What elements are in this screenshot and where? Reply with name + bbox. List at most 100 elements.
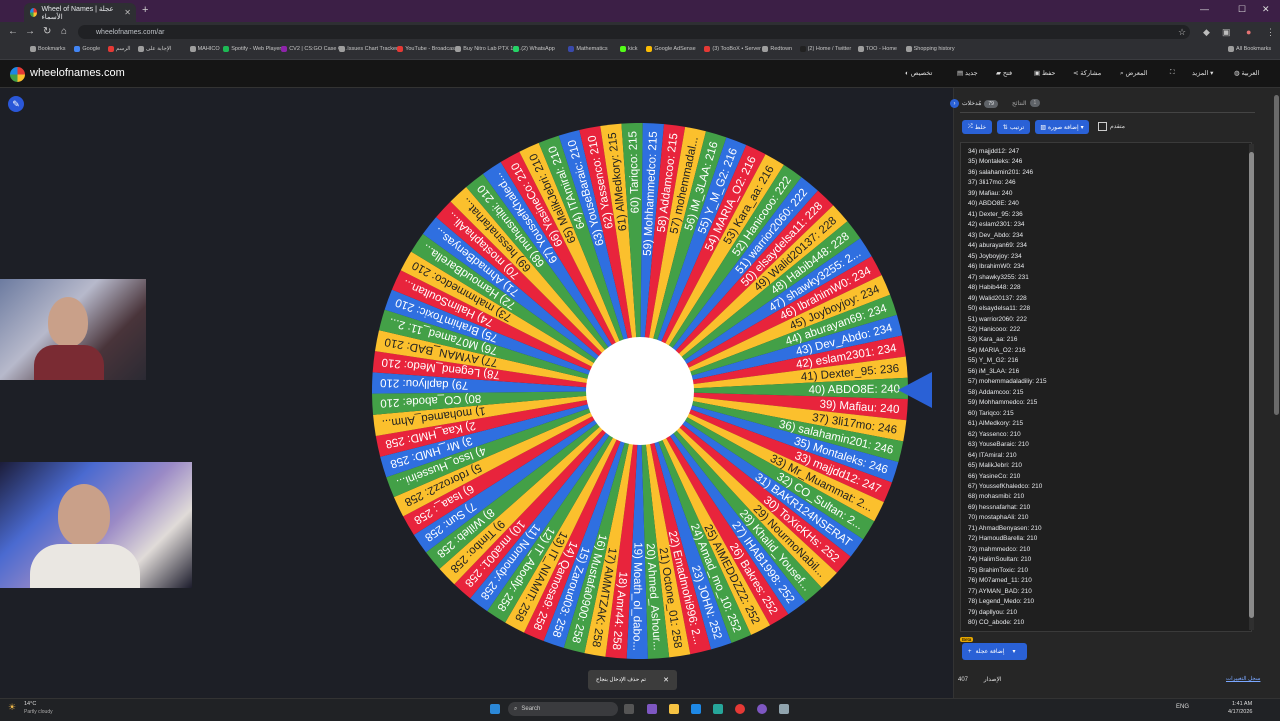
entry-item[interactable]: 34) majjdd12: 247 <box>968 147 1047 157</box>
entry-item[interactable]: 75) BrahimToxic: 210 <box>968 566 1047 576</box>
entry-item[interactable]: 64) ITAmiral: 210 <box>968 451 1047 461</box>
windows-start-icon[interactable] <box>490 704 500 714</box>
clock-time[interactable]: 1:41 AM <box>1232 701 1252 707</box>
close-icon[interactable]: ✕ <box>663 676 669 684</box>
customize-button[interactable]: ◐ تخصيص <box>905 69 932 77</box>
share-button[interactable]: ⋖ مشاركة <box>1073 69 1101 77</box>
extensions-puzzle-icon[interactable]: ▣ <box>1222 27 1231 38</box>
taskbar-search[interactable]: ⌕ Search <box>508 702 618 716</box>
bookmark-item[interactable]: Mathematics <box>568 46 608 52</box>
entry-item[interactable]: 51) warrior2060: 222 <box>968 315 1047 325</box>
bookmark-item[interactable]: kick <box>620 46 637 52</box>
bookmark-item[interactable]: Redtown <box>762 46 792 52</box>
entry-item[interactable]: 53) Kara_aa: 216 <box>968 335 1047 345</box>
entry-item[interactable]: 67) YoussefKhaledco: 210 <box>968 482 1047 492</box>
entry-item[interactable]: 52) Hanicooo: 222 <box>968 325 1047 335</box>
tab-entries[interactable]: › مُدخلات 79 <box>950 99 998 108</box>
chrome-icon[interactable] <box>735 704 745 714</box>
browser-tab[interactable]: Wheel of Names | عجلة الأسماء ✕ <box>24 3 136 22</box>
entry-item[interactable]: 50) elsaydelsa11: 228 <box>968 304 1047 314</box>
entry-item[interactable]: 47) shawky3255: 231 <box>968 273 1047 283</box>
forward-icon[interactable]: → <box>25 26 35 37</box>
bookmark-item[interactable]: TOO - Home <box>857 46 897 52</box>
browser-menu-icon[interactable]: ⋮ <box>1266 27 1275 38</box>
bookmark-item[interactable]: Issues Chart Tracker <box>339 46 398 52</box>
entry-item[interactable]: 41) Dexter_95: 236 <box>968 210 1047 220</box>
entry-item[interactable]: 66) YasineCo: 210 <box>968 472 1047 482</box>
entry-item[interactable]: 76) M07amed_11: 210 <box>968 576 1047 586</box>
bookmark-item[interactable]: YouTube - Broadcas... <box>397 46 460 52</box>
entry-item[interactable]: 46) IbrahimW0: 234 <box>968 262 1047 272</box>
edge-icon[interactable] <box>691 704 701 714</box>
add-wheel-button[interactable]: + إضافة عجلة ▾ <box>962 643 1027 660</box>
bookmark-item[interactable]: MAHICO <box>189 46 220 52</box>
entry-item[interactable]: 69) hessnafarhat: 210 <box>968 503 1047 513</box>
all-bookmarks[interactable]: All Bookmarks <box>1228 46 1271 52</box>
profile-avatar-icon[interactable]: ● <box>1246 27 1251 37</box>
gallery-button[interactable]: ⌕ المعرض <box>1120 69 1148 78</box>
steam-icon[interactable] <box>779 704 789 714</box>
entry-item[interactable]: 49) Walid20137: 228 <box>968 294 1047 304</box>
close-window-button[interactable]: ✕ <box>1262 4 1270 15</box>
entry-item[interactable]: 71) AhmadBenyasen: 210 <box>968 524 1047 534</box>
entry-item[interactable]: 55) Y_M_G2: 216 <box>968 356 1047 366</box>
entry-item[interactable]: 79) dapllyou: 210 <box>968 608 1047 618</box>
entry-item[interactable]: 42) eslam2301: 234 <box>968 220 1047 230</box>
bookmark-item[interactable]: Spotify - Web Player... <box>223 46 286 52</box>
sort-button[interactable]: ⇅ ترتيب <box>997 120 1030 134</box>
new-tab-button[interactable]: + <box>142 4 148 16</box>
wheel-svg[interactable]: 39) Mafiau: 24037) 3li17mo: 24636) salah… <box>370 121 910 661</box>
entry-item[interactable]: 39) Mafiau: 240 <box>968 189 1047 199</box>
bookmark-item[interactable]: (3) TooBoX • Server <box>704 46 761 52</box>
discord-icon[interactable] <box>757 704 767 714</box>
bookmark-item[interactable]: (2) WhatsApp <box>513 46 555 52</box>
bookmark-item[interactable]: Shopping history <box>905 46 955 52</box>
entry-item[interactable]: 68) mohasmibi: 210 <box>968 492 1047 502</box>
store-icon[interactable] <box>713 704 723 714</box>
language-menu[interactable]: ◍ العربية <box>1234 69 1259 77</box>
page-scrollbar-thumb[interactable] <box>1274 95 1279 415</box>
wheel[interactable]: 39) Mafiau: 240 37) 3li17mo: 246 36) salah… <box>370 121 910 661</box>
collapse-icon[interactable]: › <box>950 99 959 108</box>
advanced-toggle[interactable]: متقدم <box>1098 122 1125 131</box>
bookmark-item[interactable]: Buy Nitro Lab PTX 10... <box>455 46 521 52</box>
entry-item[interactable]: 36) salahamin201: 246 <box>968 168 1047 178</box>
tab-close-icon[interactable]: ✕ <box>124 8 131 17</box>
clock-date[interactable]: 4/17/2026 <box>1228 709 1252 715</box>
entry-item[interactable]: 54) MARIA_O2: 216 <box>968 346 1047 356</box>
bookmark-item[interactable]: الإجابة على <box>138 46 171 52</box>
entry-item[interactable]: 62) Yassenco: 210 <box>968 430 1047 440</box>
file-explorer-icon[interactable] <box>669 704 679 714</box>
entry-item[interactable]: 73) mahmmedco: 210 <box>968 545 1047 555</box>
site-name[interactable]: wheelofnames.com <box>30 67 125 79</box>
maximize-button[interactable]: ☐ <box>1238 4 1246 15</box>
entry-item[interactable]: 40) ABDO8E: 240 <box>968 199 1047 209</box>
bookmark-item[interactable]: (2) Home / Twitter <box>799 46 851 52</box>
bookmark-item[interactable]: Google AdSense <box>646 46 696 52</box>
entry-item[interactable]: 58) Addamcoo: 215 <box>968 388 1047 398</box>
more-menu[interactable]: المزيد ▾ <box>1192 69 1213 77</box>
entry-item[interactable]: 80) CO_abode: 210 <box>968 618 1047 628</box>
checkbox[interactable] <box>1098 122 1107 131</box>
task-view-icon[interactable] <box>624 704 634 714</box>
fullscreen-button[interactable]: ⛶ <box>1170 69 1175 77</box>
entry-item[interactable]: 65) MalikJebri: 210 <box>968 461 1047 471</box>
entry-item[interactable]: 59) Mohhammedco: 215 <box>968 398 1047 408</box>
bookmark-item[interactable]: Bookmarks <box>30 46 66 52</box>
entry-item[interactable]: 61) AlMedkory: 215 <box>968 419 1047 429</box>
open-button[interactable]: ▰ فتح <box>996 69 1012 77</box>
entry-item[interactable]: 48) Habib448: 228 <box>968 283 1047 293</box>
entry-item[interactable]: 63) YouseBaraic: 210 <box>968 440 1047 450</box>
entry-item[interactable]: 44) aburayan69: 234 <box>968 241 1047 251</box>
minimize-button[interactable]: — <box>1200 4 1209 14</box>
shuffle-button[interactable]: ⤮ خلط <box>962 120 992 134</box>
save-button[interactable]: ▣ حفظ <box>1034 69 1055 77</box>
entry-item[interactable]: 78) Legend_Medo: 210 <box>968 597 1047 607</box>
entry-item[interactable]: 37) 3li17mo: 246 <box>968 178 1047 188</box>
reload-icon[interactable]: ↻ <box>43 26 51 37</box>
bookmark-star-icon[interactable]: ☆ <box>1178 27 1186 38</box>
tab-results[interactable]: النتائج 1 <box>1012 99 1041 107</box>
entries-scrollbar-thumb[interactable] <box>1249 152 1254 618</box>
entry-item[interactable]: 35) Montaleks: 246 <box>968 157 1047 167</box>
entry-item[interactable]: 45) Joyboyjoy: 234 <box>968 252 1047 262</box>
